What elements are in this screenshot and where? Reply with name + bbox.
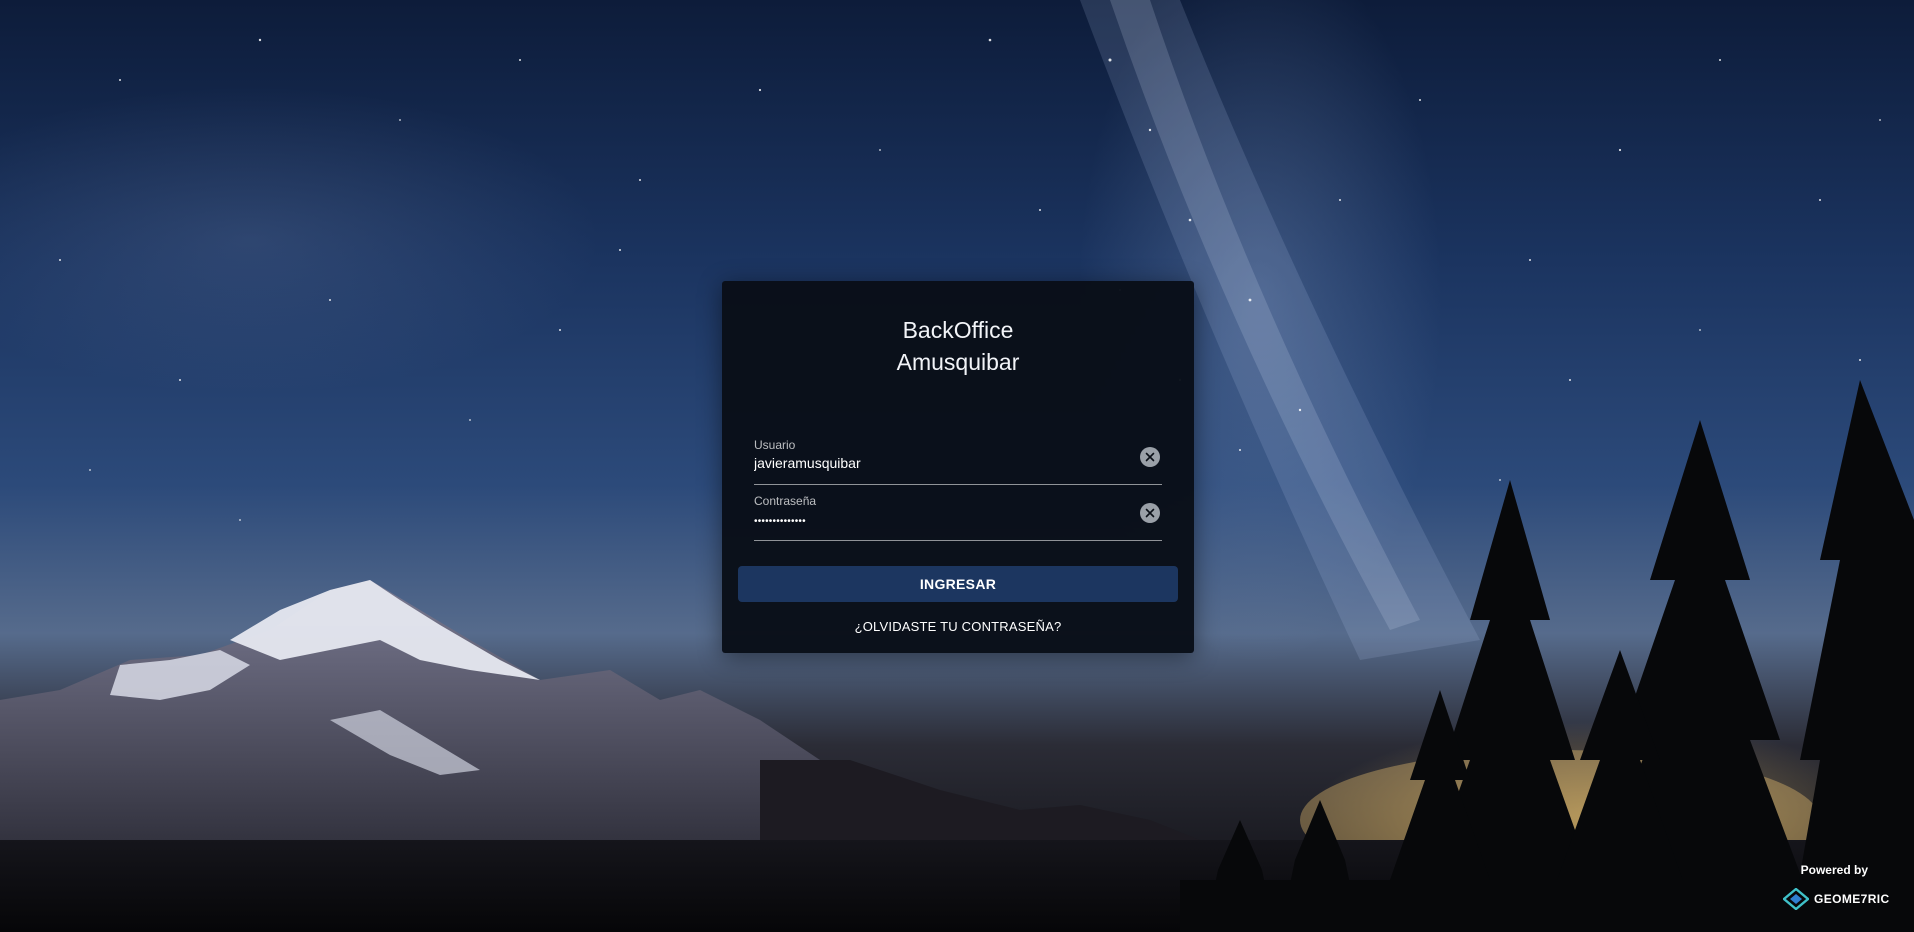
login-title: BackOffice Amusquibar bbox=[722, 314, 1194, 378]
clear-password-button[interactable] bbox=[1140, 503, 1160, 523]
powered-by-label: Powered by bbox=[1800, 863, 1868, 877]
brand-name: GEOME7RIC bbox=[1814, 892, 1890, 906]
login-card: BackOffice Amusquibar Usuario Contraseña… bbox=[722, 281, 1194, 653]
username-label: Usuario bbox=[754, 438, 796, 452]
password-input[interactable]: •••••••••••••• bbox=[754, 516, 1114, 527]
title-line-company: Amusquibar bbox=[896, 349, 1020, 375]
login-submit-button[interactable]: INGRESAR bbox=[738, 566, 1178, 602]
password-label: Contraseña bbox=[754, 494, 817, 508]
title-line-backoffice: BackOffice bbox=[902, 317, 1014, 343]
geometric-logo-icon bbox=[1783, 888, 1809, 910]
clear-username-button[interactable] bbox=[1140, 447, 1160, 467]
password-field[interactable]: Contraseña •••••••••••••• bbox=[754, 486, 1162, 541]
geometric-brand[interactable]: GEOME7RIC bbox=[1783, 888, 1890, 910]
close-icon bbox=[1145, 452, 1155, 462]
username-field[interactable]: Usuario bbox=[754, 430, 1162, 485]
forgot-password-link[interactable]: ¿OLVIDASTE TU CONTRASEÑA? bbox=[722, 619, 1194, 634]
username-input[interactable] bbox=[754, 455, 1114, 471]
close-icon bbox=[1145, 508, 1155, 518]
